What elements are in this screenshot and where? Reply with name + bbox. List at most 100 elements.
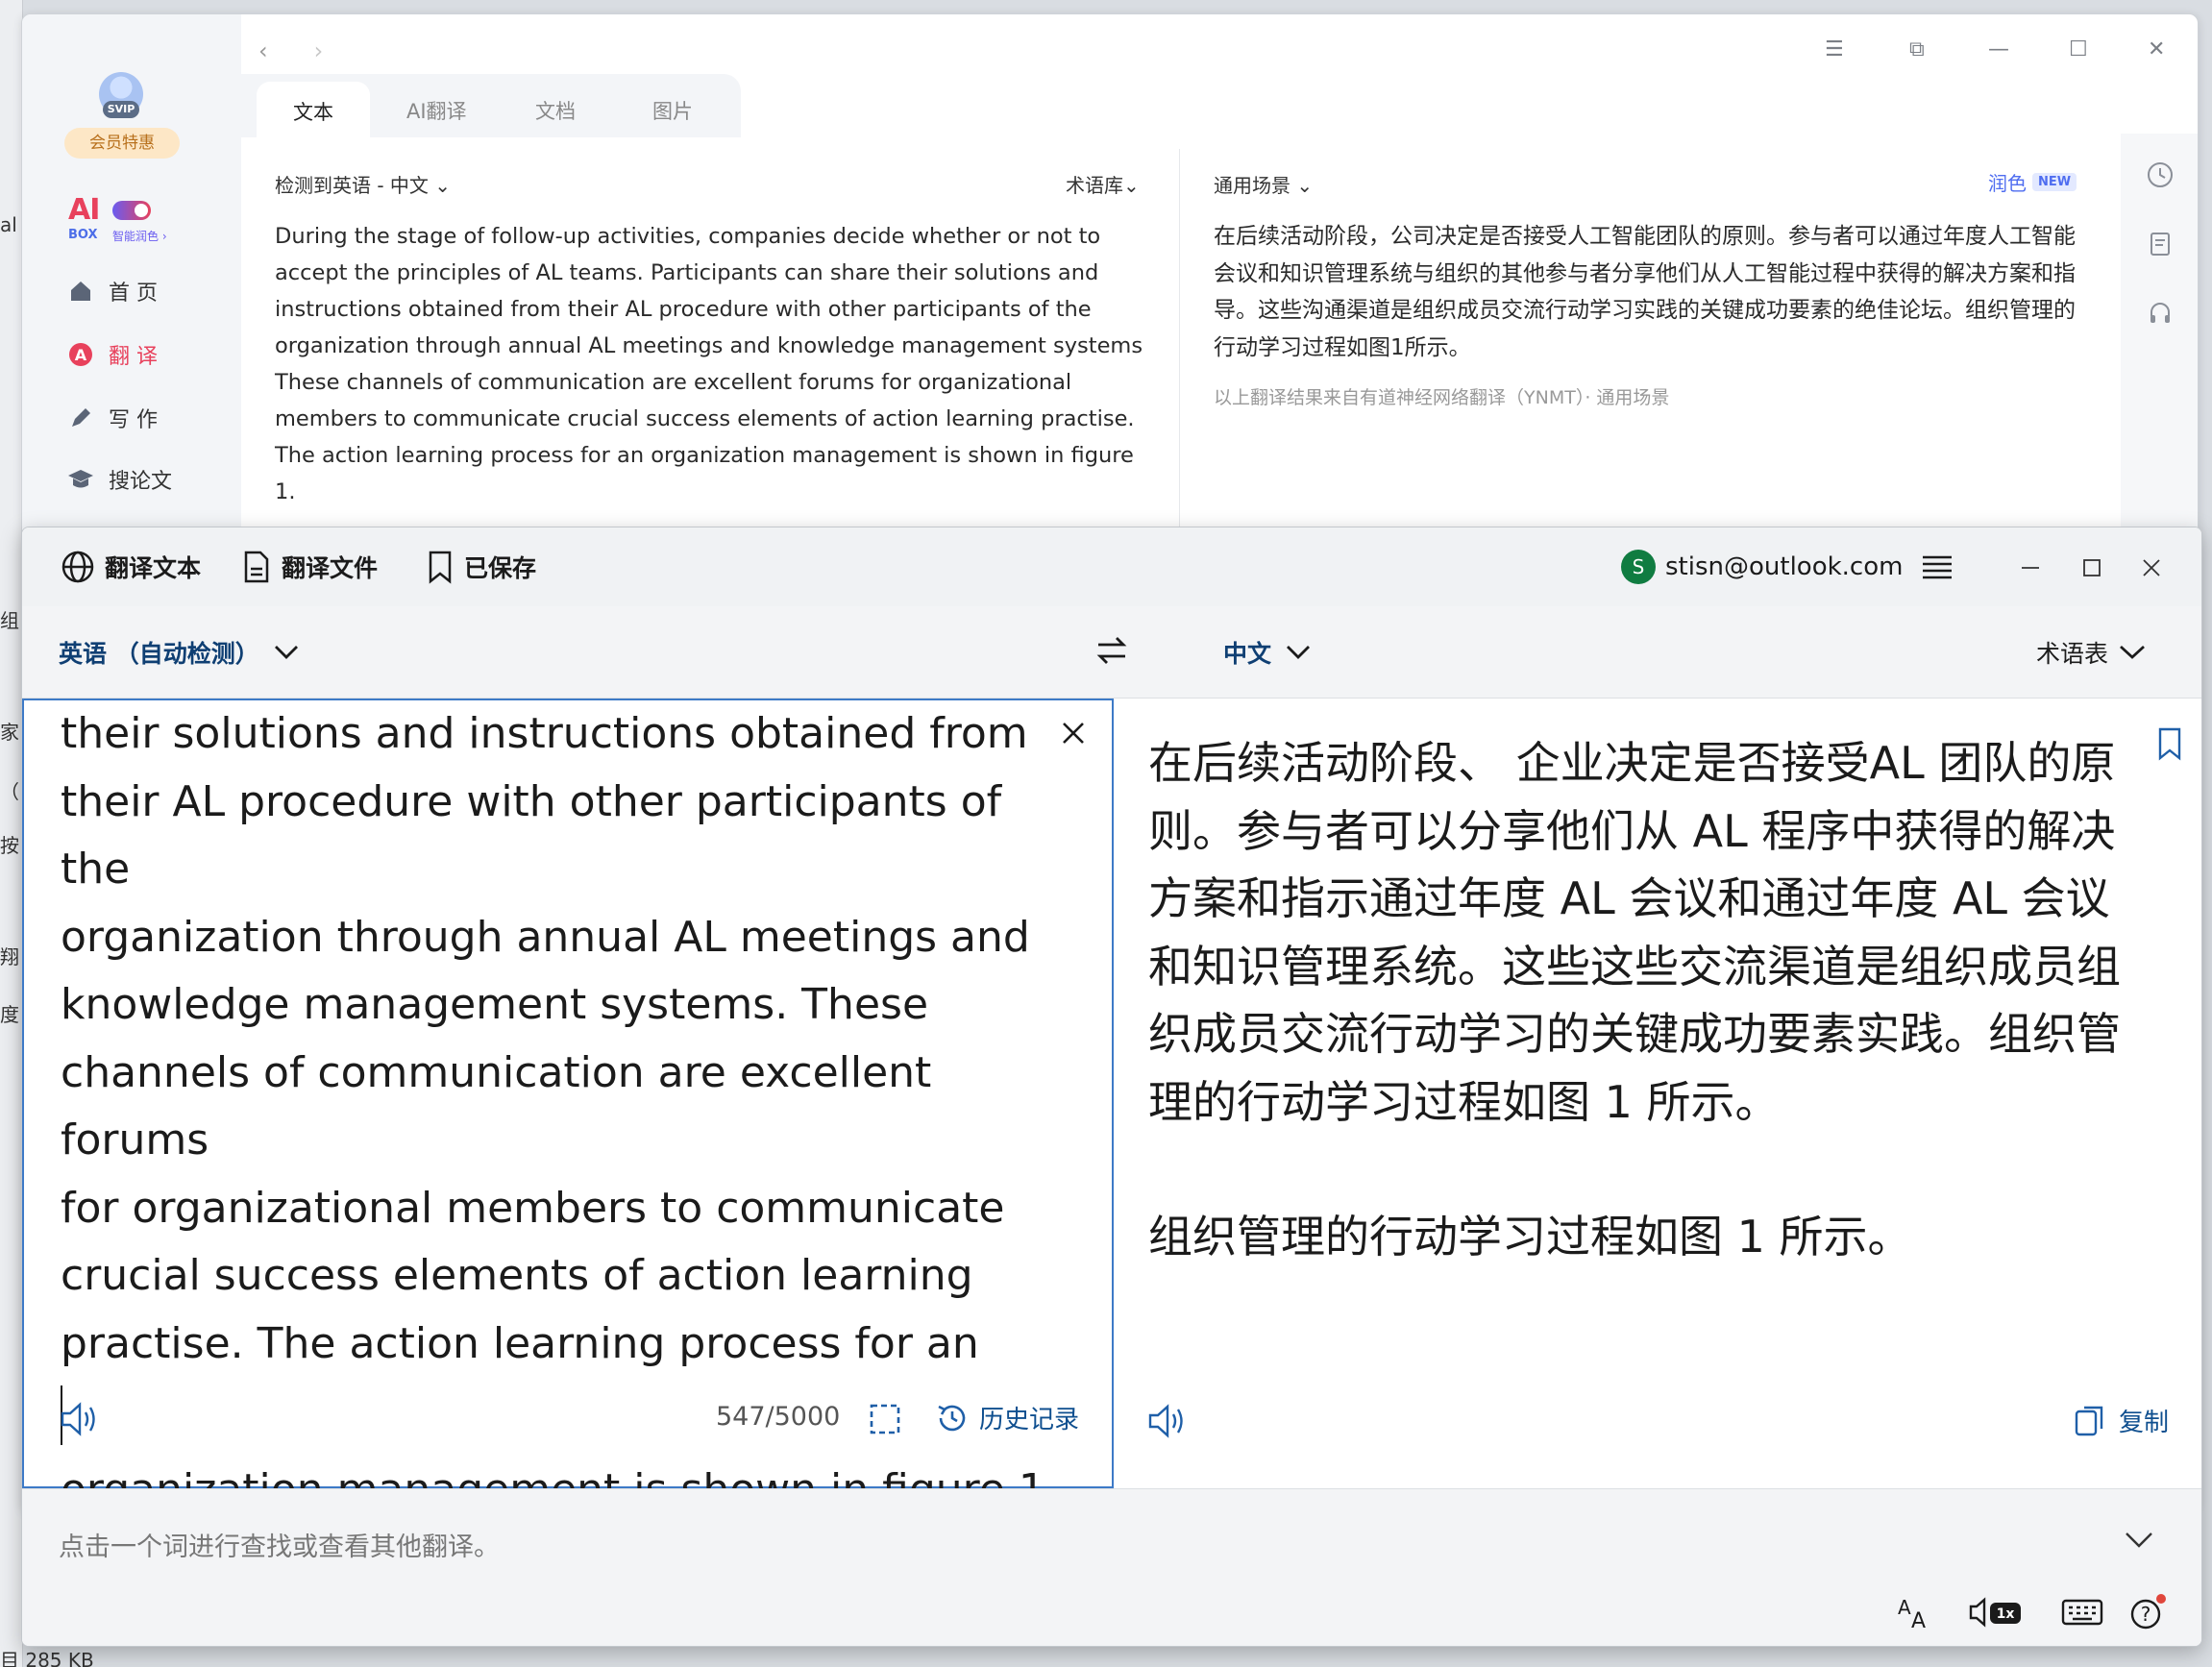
scene-select[interactable]: 通用场景 ⌄ [1214, 170, 1313, 198]
clear-text-icon[interactable] [1058, 718, 1089, 748]
engine-note: 以上翻译结果来自有道神经网络翻译（YNMT）· 通用场景 [1214, 387, 1670, 408]
sidebar-item-translate[interactable]: A 翻 译 [66, 335, 158, 374]
chevron-down-icon[interactable] [2123, 1524, 2155, 1557]
globe-icon [61, 550, 95, 584]
youdao-source-text[interactable]: During the stage of follow-up activities… [275, 218, 1159, 510]
new-badge: NEW [2032, 173, 2077, 191]
pane-divider [1179, 149, 1180, 533]
close-icon[interactable]: ✕ [2148, 37, 2165, 61]
tab-translate-file[interactable]: 翻译文件 [241, 545, 378, 589]
svip-badge: SVIP [103, 101, 139, 118]
glossary-label: 术语表 [2036, 640, 2109, 668]
vip-offer-button[interactable]: 会员特惠 [64, 128, 180, 159]
menu-icon[interactable]: ☰ [1825, 37, 1844, 61]
chevron-down-icon [273, 644, 300, 661]
polish-label: 润色 [1988, 172, 2027, 195]
speech-speed-icon[interactable]: 1x [1967, 1593, 2025, 1631]
source-line: for organizational members to communicat… [61, 1183, 1005, 1233]
forward-arrow-icon[interactable]: › [314, 37, 324, 64]
desktop-file-size: 目 285 KB [0, 1649, 94, 1667]
tab-saved[interactable]: 已保存 [426, 545, 536, 589]
history-button[interactable]: 历史记录 [935, 1400, 1079, 1435]
svg-text:?: ? [2141, 1603, 2151, 1626]
history-icon[interactable] [2146, 160, 2175, 189]
target-language-select[interactable]: 中文 [1223, 635, 1312, 670]
tab-image[interactable]: 图片 [652, 74, 693, 137]
svg-text:A: A [1911, 1609, 1926, 1631]
ai-box-ai-text: AI [68, 193, 100, 227]
keyboard-icon[interactable] [2061, 1593, 2103, 1631]
hamburger-menu-icon[interactable] [1921, 552, 1954, 581]
save-bookmark-icon[interactable] [2155, 725, 2184, 762]
translator-titlebar: 翻译文本 翻译文件 已保存 S stisn@outlook.com [22, 527, 2201, 606]
source-text-pane[interactable]: their solutions and instructions obtaine… [22, 699, 1114, 1514]
dictionary-lookup-panel: 点击一个词进行查找或查看其他翻译。 AA 1x ? [22, 1488, 2201, 1646]
graduation-cap-icon [66, 465, 95, 494]
tab-text[interactable]: 文本 [257, 82, 370, 137]
copy-label: 复制 [2119, 1408, 2170, 1437]
copy-button[interactable]: 复制 [2073, 1402, 2169, 1438]
pen-icon [66, 404, 95, 432]
source-line: channels of communication are excellent … [61, 1047, 932, 1165]
language-bar: 英语 （自动检测） 中文 术语表 [22, 606, 2201, 699]
desktop-edge-label: 翔 [0, 945, 19, 968]
ai-toggle-icon [112, 201, 151, 220]
maximize-icon[interactable] [2073, 549, 2111, 587]
ai-box-button[interactable]: AI BOX 智能润色 › [68, 193, 167, 243]
account-button[interactable]: S stisn@outlook.com [1621, 547, 1903, 587]
desktop-edge-label: 家 [0, 721, 19, 744]
translation-output: 在后续活动阶段、 企业决定是否接受AL 团队的原则。参与者可以分享他们从 AL … [1148, 729, 2148, 1271]
minimize-icon[interactable] [2011, 549, 2050, 587]
maximize-icon[interactable]: ☐ [2069, 37, 2088, 61]
glossary-select[interactable]: 术语表 [2036, 635, 2147, 670]
source-line: their solutions and instructions obtaine… [61, 709, 1028, 758]
mini-mode-icon[interactable]: ⧉ [1909, 37, 1925, 61]
tab-label: 翻译文件 [282, 554, 379, 582]
detected-language-select[interactable]: 检测到英语 - 中文 ⌄ [275, 170, 451, 198]
translator-window: 翻译文本 翻译文件 已保存 S stisn@outlook.com 英语 （自动… [21, 527, 2202, 1647]
bookmark-icon [426, 550, 455, 584]
svg-text:A: A [75, 346, 87, 364]
speed-badge: 1x [1997, 1606, 2015, 1622]
account-avatar: S [1621, 550, 1656, 584]
speaker-icon[interactable] [1146, 1402, 1191, 1440]
chevron-down-icon [2118, 644, 2147, 661]
back-arrow-icon[interactable]: ‹ [258, 37, 268, 64]
source-language-label: 英语 （自动检测） [59, 640, 259, 668]
screen-capture-icon[interactable] [866, 1400, 904, 1438]
term-library-select[interactable]: 术语库⌄ [1066, 170, 1140, 198]
source-line: organization through annual AL meetings … [61, 912, 1030, 962]
youdao-target-text: 在后续活动阶段，公司决定是否接受人工智能团队的原则。参与者可以通过年度人工智能会… [1214, 224, 2076, 360]
source-line: crucial success elements of action learn… [61, 1251, 973, 1300]
desktop-edge-label: 组 [0, 609, 19, 632]
sidebar-item-write[interactable]: 写 作 [66, 399, 158, 437]
tab-document[interactable]: 文档 [535, 74, 576, 137]
font-size-icon[interactable]: AA [1896, 1593, 1934, 1631]
sidebar-item-label: 翻 译 [109, 345, 158, 369]
ai-box-subtitle: 智能润色 › [112, 230, 167, 243]
sidebar-item-home[interactable]: 首 页 [66, 272, 158, 310]
translate-icon: A [66, 340, 95, 369]
minimize-icon[interactable]: — [1988, 37, 2009, 61]
lookup-hint: 点击一个词进行查找或查看其他翻译。 [59, 1532, 500, 1562]
help-icon[interactable]: ? [2126, 1593, 2169, 1631]
swap-languages-icon[interactable] [1093, 631, 1131, 670]
copy-icon [2073, 1402, 2109, 1438]
sidebar-item-papers[interactable]: 搜论文 [66, 460, 172, 499]
tab-ai-translate[interactable]: AI翻译 [406, 74, 467, 137]
headset-icon[interactable] [2146, 299, 2175, 328]
speaker-icon[interactable] [59, 1400, 103, 1438]
close-icon[interactable] [2132, 549, 2171, 587]
source-footer: 547/5000 历史记录 [24, 1385, 1112, 1461]
notes-icon[interactable] [2146, 230, 2175, 258]
source-line: their AL procedure with other participan… [61, 776, 1002, 895]
source-language-select[interactable]: 英语 （自动检测） [59, 635, 300, 670]
source-line: knowledge management systems. These [61, 980, 929, 1029]
desktop-edge-label: 按 [0, 834, 19, 857]
tab-translate-text[interactable]: 翻译文本 [61, 545, 201, 589]
sidebar-item-label: 搜论文 [109, 470, 173, 494]
youdao-tabs: 文本 AI翻译 文档 图片 [241, 74, 741, 137]
history-icon [935, 1401, 970, 1435]
desktop-edge-label: （ [0, 780, 19, 803]
polish-button[interactable]: 润色 NEW [1988, 168, 2077, 196]
